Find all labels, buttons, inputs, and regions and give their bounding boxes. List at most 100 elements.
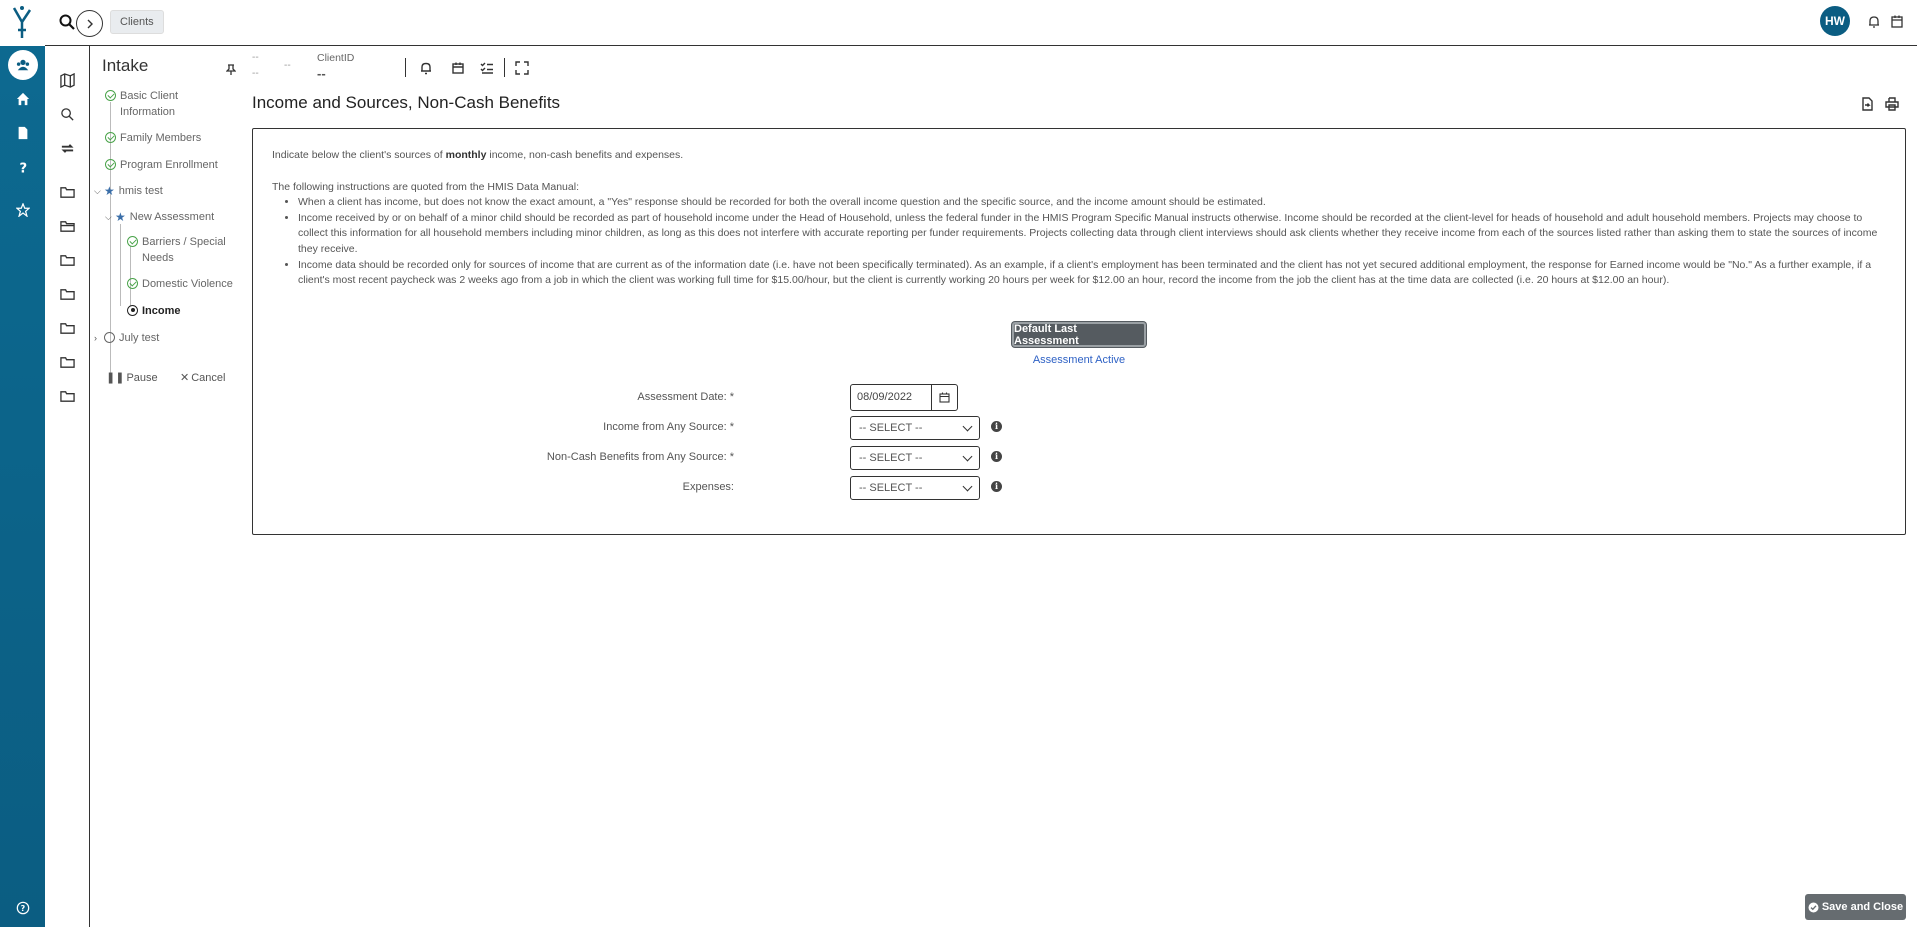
breadcrumb-clients[interactable]: Clients	[110, 10, 164, 34]
export-button[interactable]	[1860, 97, 1874, 111]
calendar-icon	[1891, 15, 1903, 28]
home-icon	[16, 92, 29, 106]
help-circle-icon: ?	[16, 901, 29, 915]
folder-icon	[60, 186, 75, 198]
page-title: Income and Sources, Non-Cash Benefits	[252, 93, 561, 112]
check-circle-icon	[105, 90, 116, 101]
folder-icon	[60, 322, 75, 334]
search-icon	[61, 107, 74, 121]
chevron-right-icon	[87, 19, 93, 28]
header-divider	[504, 58, 505, 77]
bell-icon	[421, 62, 431, 75]
search-icon	[59, 14, 75, 30]
document-icon	[18, 126, 27, 140]
save-and-close-button[interactable]: Save and Close	[1805, 894, 1906, 920]
star-icon: ★	[115, 210, 126, 224]
checklist-icon	[480, 62, 493, 74]
non-cash-benefits-label: Non-Cash Benefits from Any Source: *	[546, 451, 734, 463]
search-workspace-button[interactable]	[45, 102, 90, 126]
expand-nav-button[interactable]	[76, 10, 103, 37]
client-header-field-c: --	[284, 60, 291, 71]
app-logo[interactable]	[0, 0, 45, 46]
question-icon: ?	[19, 161, 27, 174]
instructions-intro: Indicate below the client's sources of m…	[272, 149, 684, 161]
folder-button-4[interactable]	[45, 282, 90, 306]
rail-documents[interactable]	[0, 118, 45, 148]
instruction-bullet: When a client has income, but does not k…	[298, 195, 1882, 211]
map-button[interactable]	[45, 68, 90, 92]
client-tasks-button[interactable]	[480, 61, 494, 75]
user-avatar[interactable]: HW	[1820, 6, 1850, 36]
instruction-bullet: Income received by or on behalf of a min…	[298, 211, 1882, 258]
calendar-button[interactable]	[1891, 15, 1903, 33]
close-icon: ✕	[180, 372, 190, 384]
rail-favorites[interactable]	[0, 195, 45, 225]
folder-icon	[60, 288, 75, 300]
folder-button-6[interactable]	[45, 350, 90, 374]
expenses-select[interactable]: -- SELECT --	[850, 476, 980, 500]
expenses-label: Expenses:	[682, 481, 734, 493]
users-icon	[16, 59, 29, 71]
info-icon[interactable]: i	[991, 481, 1002, 492]
client-alerts-button[interactable]	[419, 61, 433, 75]
client-header-field-b: --	[252, 68, 259, 79]
map-icon	[60, 72, 75, 88]
income-any-source-select[interactable]: -- SELECT --	[850, 416, 980, 440]
print-button[interactable]	[1885, 97, 1899, 111]
folder-icon	[60, 356, 75, 368]
nav-item-income[interactable]: Income	[127, 303, 242, 319]
export-icon	[1862, 97, 1873, 111]
info-icon[interactable]: i	[991, 421, 1002, 432]
folder-button-5[interactable]	[45, 316, 90, 340]
search-button[interactable]	[59, 14, 75, 35]
nav-item-basic-client-information[interactable]: Basic Client Information	[105, 88, 225, 120]
svg-text:?: ?	[19, 161, 27, 174]
income-form-panel: Indicate below the client's sources of m…	[252, 128, 1906, 535]
pause-button[interactable]: ❚❚ Pause	[106, 371, 158, 385]
chevron-right-icon: ›	[94, 333, 97, 343]
nav-item-family-members[interactable]: Family Members	[105, 130, 242, 146]
notifications-button[interactable]	[1868, 15, 1880, 33]
empty-circle-icon	[104, 332, 115, 343]
nav-item-july-test[interactable]: › July test	[94, 330, 242, 346]
assessment-active-link[interactable]: Assessment Active	[1012, 354, 1146, 366]
check-circle-icon	[127, 278, 138, 289]
income-any-source-label: Income from Any Source: *	[603, 421, 734, 433]
app-rail: ? ?	[0, 0, 45, 927]
folder-button-2[interactable]	[45, 214, 90, 238]
nav-item-domestic-violence[interactable]: Domestic Violence	[127, 276, 242, 292]
switch-button[interactable]	[45, 136, 90, 160]
intake-title: Intake	[102, 56, 149, 75]
instructions-list: When a client has income, but does not k…	[272, 195, 1882, 289]
info-icon[interactable]: i	[991, 451, 1002, 462]
pin-button[interactable]	[225, 62, 237, 80]
folder-button-1[interactable]	[45, 180, 90, 204]
rail-home[interactable]	[0, 84, 45, 114]
assessment-date-input[interactable]: 08/09/2022	[851, 385, 932, 410]
cancel-button[interactable]: ✕ Cancel	[180, 371, 225, 385]
star-icon: ★	[104, 184, 115, 198]
print-icon	[1885, 97, 1899, 111]
nav-item-new-assessment[interactable]: ⌵ ★ New Assessment	[105, 209, 242, 225]
rail-help[interactable]: ?	[0, 152, 45, 182]
client-calendar-button[interactable]	[451, 61, 465, 75]
check-circle-icon	[1808, 902, 1819, 912]
folder-button-7[interactable]	[45, 384, 90, 408]
default-last-assessment-button[interactable]: Default Last Assessment	[1012, 322, 1146, 347]
date-picker-button[interactable]	[932, 385, 957, 410]
check-circle-icon	[105, 132, 116, 143]
folder-icon	[60, 390, 75, 402]
non-cash-benefits-select[interactable]: -- SELECT --	[850, 446, 980, 470]
rail-clients[interactable]	[0, 50, 45, 80]
chevron-down-icon: ⌵	[94, 186, 101, 196]
swap-icon	[61, 143, 74, 153]
folder-button-3[interactable]	[45, 248, 90, 272]
assessment-date-field[interactable]: 08/09/2022	[850, 384, 958, 411]
check-circle-icon	[105, 159, 116, 170]
nav-item-barriers-special-needs[interactable]: Barriers / Special Needs	[127, 234, 237, 266]
rail-support[interactable]: ?	[0, 893, 45, 923]
nav-item-hmis-test[interactable]: ⌵ ★ hmis test	[94, 183, 242, 199]
fullscreen-button[interactable]	[515, 61, 529, 75]
star-icon	[15, 203, 30, 217]
nav-item-program-enrollment[interactable]: Program Enrollment	[105, 157, 242, 173]
